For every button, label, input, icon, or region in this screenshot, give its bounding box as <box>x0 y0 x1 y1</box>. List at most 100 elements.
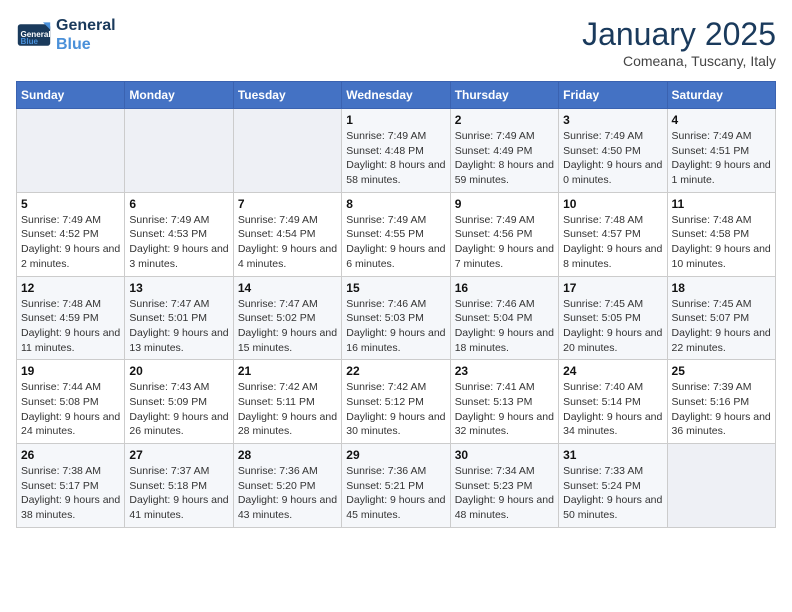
day-number: 18 <box>672 281 771 295</box>
day-info: Sunrise: 7:41 AM Sunset: 5:13 PM Dayligh… <box>455 380 554 439</box>
day-info: Sunrise: 7:49 AM Sunset: 4:49 PM Dayligh… <box>455 129 554 188</box>
day-info: Sunrise: 7:49 AM Sunset: 4:50 PM Dayligh… <box>563 129 662 188</box>
day-info: Sunrise: 7:43 AM Sunset: 5:09 PM Dayligh… <box>129 380 228 439</box>
day-number: 11 <box>672 197 771 211</box>
day-cell <box>125 109 233 193</box>
day-info: Sunrise: 7:49 AM Sunset: 4:54 PM Dayligh… <box>238 213 337 272</box>
day-cell <box>17 109 125 193</box>
calendar-table: SundayMondayTuesdayWednesdayThursdayFrid… <box>16 81 776 528</box>
day-number: 1 <box>346 113 445 127</box>
day-number: 5 <box>21 197 120 211</box>
week-row-4: 19 Sunrise: 7:44 AM Sunset: 5:08 PM Dayli… <box>17 360 776 444</box>
day-number: 27 <box>129 448 228 462</box>
day-number: 7 <box>238 197 337 211</box>
day-info: Sunrise: 7:48 AM Sunset: 4:59 PM Dayligh… <box>21 297 120 356</box>
logo-text-line2: Blue <box>56 35 116 54</box>
day-info: Sunrise: 7:47 AM Sunset: 5:01 PM Dayligh… <box>129 297 228 356</box>
day-number: 21 <box>238 364 337 378</box>
day-number: 15 <box>346 281 445 295</box>
day-number: 26 <box>21 448 120 462</box>
day-info: Sunrise: 7:39 AM Sunset: 5:16 PM Dayligh… <box>672 380 771 439</box>
day-cell: 30Sunrise: 7:34 AM Sunset: 5:23 PM Dayli… <box>450 444 558 528</box>
day-cell: 6Sunrise: 7:49 AM Sunset: 4:53 PM Daylig… <box>125 192 233 276</box>
calendar-subtitle: Comeana, Tuscany, Italy <box>582 53 776 69</box>
day-cell: 14Sunrise: 7:47 AM Sunset: 5:02 PM Dayli… <box>233 276 341 360</box>
day-info: Sunrise: 7:49 AM Sunset: 4:55 PM Dayligh… <box>346 213 445 272</box>
calendar-header: SundayMondayTuesdayWednesdayThursdayFrid… <box>17 82 776 109</box>
logo-icon: General Blue <box>16 17 52 53</box>
day-info: Sunrise: 7:48 AM Sunset: 4:58 PM Dayligh… <box>672 213 771 272</box>
day-cell: 27 Sunrise: 7:37 AM Sunset: 5:18 PM Dayli… <box>125 444 233 528</box>
day-cell <box>667 444 775 528</box>
header-cell-monday: Monday <box>125 82 233 109</box>
day-number: 17 <box>563 281 662 295</box>
day-cell: 19 Sunrise: 7:44 AM Sunset: 5:08 PM Dayli… <box>17 360 125 444</box>
day-info: Sunrise: 7:49 AM Sunset: 4:51 PM Dayligh… <box>672 129 771 188</box>
day-number: 25 <box>672 364 771 378</box>
day-number: 13 <box>129 281 228 295</box>
day-cell: 13 Sunrise: 7:47 AM Sunset: 5:01 PM Dayli… <box>125 276 233 360</box>
day-cell: 25 Sunrise: 7:39 AM Sunset: 5:16 PM Dayli… <box>667 360 775 444</box>
header-cell-sunday: Sunday <box>17 82 125 109</box>
day-info: Sunrise: 7:36 AM Sunset: 5:21 PM Dayligh… <box>346 464 445 523</box>
day-number: 10 <box>563 197 662 211</box>
day-cell: 11 Sunrise: 7:48 AM Sunset: 4:58 PM Dayli… <box>667 192 775 276</box>
day-info: Sunrise: 7:45 AM Sunset: 5:05 PM Dayligh… <box>563 297 662 356</box>
day-number: 2 <box>455 113 554 127</box>
logo-text-line1: General <box>56 16 116 35</box>
day-info: Sunrise: 7:46 AM Sunset: 5:03 PM Dayligh… <box>346 297 445 356</box>
day-number: 16 <box>455 281 554 295</box>
day-cell: 9Sunrise: 7:49 AM Sunset: 4:56 PM Daylig… <box>450 192 558 276</box>
day-number: 24 <box>563 364 662 378</box>
calendar-title: January 2025 <box>582 16 776 53</box>
day-cell: 18 Sunrise: 7:45 AM Sunset: 5:07 PM Dayli… <box>667 276 775 360</box>
day-cell: 28 Sunrise: 7:36 AM Sunset: 5:20 PM Dayli… <box>233 444 341 528</box>
day-number: 12 <box>21 281 120 295</box>
day-info: Sunrise: 7:49 AM Sunset: 4:48 PM Dayligh… <box>346 129 445 188</box>
day-number: 4 <box>672 113 771 127</box>
day-number: 22 <box>346 364 445 378</box>
day-info: Sunrise: 7:49 AM Sunset: 4:52 PM Dayligh… <box>21 213 120 272</box>
day-cell: 8 Sunrise: 7:49 AM Sunset: 4:55 PM Daylig… <box>342 192 450 276</box>
day-info: Sunrise: 7:42 AM Sunset: 5:12 PM Dayligh… <box>346 380 445 439</box>
day-cell: 26 Sunrise: 7:38 AM Sunset: 5:17 PM Dayli… <box>17 444 125 528</box>
week-row-1: 1 Sunrise: 7:49 AM Sunset: 4:48 PM Daylig… <box>17 109 776 193</box>
day-number: 6 <box>129 197 228 211</box>
header-row: SundayMondayTuesdayWednesdayThursdayFrid… <box>17 82 776 109</box>
header-cell-wednesday: Wednesday <box>342 82 450 109</box>
header-cell-saturday: Saturday <box>667 82 775 109</box>
day-cell: 3 Sunrise: 7:49 AM Sunset: 4:50 PM Daylig… <box>559 109 667 193</box>
day-cell: 7 Sunrise: 7:49 AM Sunset: 4:54 PM Daylig… <box>233 192 341 276</box>
day-number: 20 <box>129 364 228 378</box>
day-number: 29 <box>346 448 445 462</box>
day-cell: 29 Sunrise: 7:36 AM Sunset: 5:21 PM Dayli… <box>342 444 450 528</box>
day-info: Sunrise: 7:46 AM Sunset: 5:04 PM Dayligh… <box>455 297 554 356</box>
day-cell: 4 Sunrise: 7:49 AM Sunset: 4:51 PM Daylig… <box>667 109 775 193</box>
day-number: 8 <box>346 197 445 211</box>
svg-text:Blue: Blue <box>21 37 39 46</box>
week-row-2: 5 Sunrise: 7:49 AM Sunset: 4:52 PM Daylig… <box>17 192 776 276</box>
day-number: 19 <box>21 364 120 378</box>
week-row-3: 12 Sunrise: 7:48 AM Sunset: 4:59 PM Dayli… <box>17 276 776 360</box>
logo: General Blue General Blue <box>16 16 116 54</box>
day-cell: 15 Sunrise: 7:46 AM Sunset: 5:03 PM Dayli… <box>342 276 450 360</box>
day-info: Sunrise: 7:40 AM Sunset: 5:14 PM Dayligh… <box>563 380 662 439</box>
day-number: 30 <box>455 448 554 462</box>
day-info: Sunrise: 7:37 AM Sunset: 5:18 PM Dayligh… <box>129 464 228 523</box>
day-info: Sunrise: 7:48 AM Sunset: 4:57 PM Dayligh… <box>563 213 662 272</box>
day-cell: 20 Sunrise: 7:43 AM Sunset: 5:09 PM Dayli… <box>125 360 233 444</box>
week-row-5: 26 Sunrise: 7:38 AM Sunset: 5:17 PM Dayli… <box>17 444 776 528</box>
day-cell: 5 Sunrise: 7:49 AM Sunset: 4:52 PM Daylig… <box>17 192 125 276</box>
day-cell <box>233 109 341 193</box>
day-cell: 22 Sunrise: 7:42 AM Sunset: 5:12 PM Dayli… <box>342 360 450 444</box>
day-number: 3 <box>563 113 662 127</box>
day-info: Sunrise: 7:36 AM Sunset: 5:20 PM Dayligh… <box>238 464 337 523</box>
day-info: Sunrise: 7:42 AM Sunset: 5:11 PM Dayligh… <box>238 380 337 439</box>
day-number: 28 <box>238 448 337 462</box>
day-cell: 10 Sunrise: 7:48 AM Sunset: 4:57 PM Dayli… <box>559 192 667 276</box>
page-header: General Blue General Blue January 2025 C… <box>16 16 776 69</box>
day-info: Sunrise: 7:45 AM Sunset: 5:07 PM Dayligh… <box>672 297 771 356</box>
day-info: Sunrise: 7:38 AM Sunset: 5:17 PM Dayligh… <box>21 464 120 523</box>
day-cell: 1 Sunrise: 7:49 AM Sunset: 4:48 PM Daylig… <box>342 109 450 193</box>
day-info: Sunrise: 7:44 AM Sunset: 5:08 PM Dayligh… <box>21 380 120 439</box>
